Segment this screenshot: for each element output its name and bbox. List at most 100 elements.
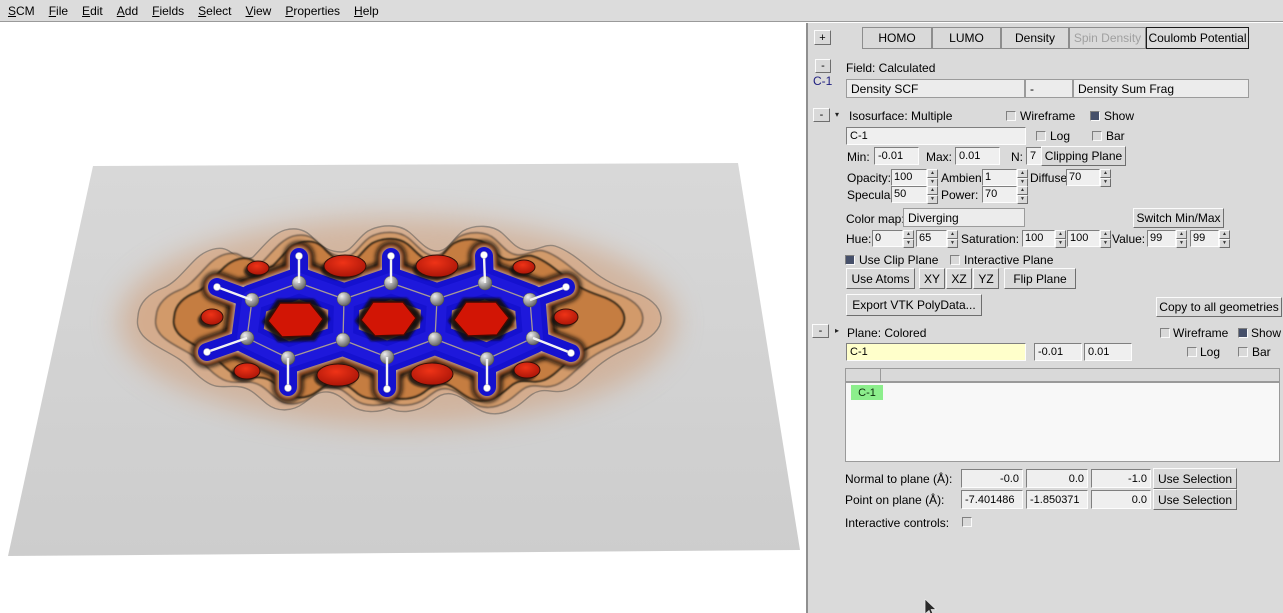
- ambient-stepper[interactable]: 1▲▼: [982, 169, 1028, 186]
- iso-log-checkbox[interactable]: [1036, 131, 1046, 141]
- point-x-input[interactable]: -7.401486: [961, 490, 1023, 509]
- plane-max-input[interactable]: 0.01: [1084, 343, 1132, 361]
- normal-x-input[interactable]: -0.0: [961, 469, 1023, 488]
- iso-name-input[interactable]: C-1: [846, 127, 1026, 145]
- spin-arrows[interactable]: ▲▼: [927, 169, 938, 186]
- plane-show-label[interactable]: Show: [1251, 326, 1281, 340]
- value-min-stepper[interactable]: 99▲▼: [1147, 230, 1187, 247]
- xz-button[interactable]: XZ: [946, 268, 972, 289]
- iso-wireframe-checkbox[interactable]: [1006, 111, 1016, 121]
- flip-plane-button[interactable]: Flip Plane: [1004, 268, 1076, 289]
- colormap-select[interactable]: Diverging: [903, 208, 1025, 227]
- field-operator-select[interactable]: -: [1025, 79, 1073, 98]
- adfview-window: SCM File Edit Add Fields Select View Pro…: [0, 0, 1283, 613]
- isosurface-expander-icon[interactable]: ▾: [835, 111, 839, 119]
- copy-to-all-geometries-button[interactable]: Copy to all geometries: [1156, 297, 1282, 317]
- point-y-input[interactable]: -1.850371: [1026, 490, 1088, 509]
- plane-wireframe-label[interactable]: Wireframe: [1173, 326, 1228, 340]
- normal-z-input[interactable]: -1.0: [1091, 469, 1151, 488]
- opacity-stepper[interactable]: 100▲▼: [891, 169, 938, 186]
- iso-max-input[interactable]: 0.01: [955, 147, 1000, 165]
- spin-arrows[interactable]: ▲▼: [927, 186, 938, 203]
- plane-expander-icon[interactable]: ▸: [835, 327, 839, 335]
- menu-view[interactable]: View: [246, 2, 281, 20]
- menu-file[interactable]: File: [49, 2, 77, 20]
- menu-scm[interactable]: SCM: [8, 2, 44, 20]
- iso-show-label[interactable]: Show: [1104, 109, 1134, 123]
- plane-min-input[interactable]: -0.01: [1034, 343, 1082, 361]
- spin-arrows[interactable]: ▲▼: [903, 230, 914, 247]
- diffuse-label: Diffuse:: [1030, 171, 1070, 185]
- menu-select[interactable]: Select: [198, 2, 240, 20]
- hue-min-stepper[interactable]: 0▲▼: [872, 230, 914, 247]
- menu-bar: SCM File Edit Add Fields Select View Pro…: [0, 0, 1283, 22]
- value-max-stepper[interactable]: 99▲▼: [1190, 230, 1230, 247]
- menu-properties[interactable]: Properties: [285, 2, 349, 20]
- menu-edit[interactable]: Edit: [82, 2, 112, 20]
- spin-arrows[interactable]: ▲▼: [1100, 230, 1111, 247]
- yz-button[interactable]: YZ: [973, 268, 999, 289]
- menu-add[interactable]: Add: [117, 2, 147, 20]
- plane-log-label[interactable]: Log: [1200, 345, 1220, 359]
- plane-name-input[interactable]: C-1: [846, 343, 1026, 361]
- iso-bar-label[interactable]: Bar: [1106, 129, 1125, 143]
- specular-stepper[interactable]: 50▲▼: [891, 186, 938, 203]
- use-selection-normal-button[interactable]: Use Selection: [1153, 468, 1237, 489]
- menu-fields[interactable]: Fields: [152, 2, 193, 20]
- tab-homo[interactable]: HOMO: [862, 27, 932, 49]
- spin-arrows[interactable]: ▲▼: [1100, 169, 1111, 186]
- mouse-cursor: [924, 599, 938, 613]
- interactive-plane-label[interactable]: Interactive Plane: [964, 253, 1053, 267]
- plane-bar-label[interactable]: Bar: [1252, 345, 1271, 359]
- plane-log-checkbox[interactable]: [1187, 347, 1197, 357]
- spin-arrows[interactable]: ▲▼: [1017, 169, 1028, 186]
- use-selection-point-button[interactable]: Use Selection: [1153, 489, 1237, 510]
- tab-coulomb-potential[interactable]: Coulomb Potential: [1146, 27, 1249, 49]
- plane-show-checkbox[interactable]: [1238, 328, 1248, 338]
- use-clip-plane-label[interactable]: Use Clip Plane: [859, 253, 938, 267]
- tab-density[interactable]: Density: [1001, 27, 1069, 49]
- collapse-plane-button[interactable]: -: [812, 324, 829, 338]
- interactive-controls-checkbox[interactable]: [962, 517, 972, 527]
- iso-bar-checkbox[interactable]: [1092, 131, 1102, 141]
- spin-arrows[interactable]: ▲▼: [1176, 230, 1187, 247]
- field-select-left[interactable]: Density SCF: [846, 79, 1025, 98]
- saturation-max-stepper[interactable]: 100▲▼: [1067, 230, 1111, 247]
- iso-log-label[interactable]: Log: [1050, 129, 1070, 143]
- use-clip-plane-checkbox[interactable]: [845, 255, 855, 265]
- plane-bar-checkbox[interactable]: [1238, 347, 1248, 357]
- iso-show-checkbox[interactable]: [1090, 111, 1100, 121]
- use-atoms-button[interactable]: Use Atoms: [846, 268, 915, 289]
- spin-arrows[interactable]: ▲▼: [1219, 230, 1230, 247]
- field-select-right[interactable]: Density Sum Frag: [1073, 79, 1249, 98]
- plane-list-item[interactable]: C-1: [851, 385, 883, 400]
- spin-arrows[interactable]: ▲▼: [1017, 186, 1028, 203]
- spin-arrows[interactable]: ▲▼: [1055, 230, 1066, 247]
- diffuse-stepper[interactable]: 70▲▼: [1066, 169, 1111, 186]
- saturation-min-stepper[interactable]: 100▲▼: [1022, 230, 1066, 247]
- add-field-button[interactable]: +: [814, 30, 831, 45]
- xy-button[interactable]: XY: [919, 268, 945, 289]
- clipping-plane-button[interactable]: Clipping Plane: [1041, 146, 1126, 166]
- plane-list[interactable]: [845, 382, 1280, 462]
- field-section-title: Field: Calculated: [846, 61, 935, 75]
- viewport-3d[interactable]: [0, 23, 806, 613]
- hue-max-stepper[interactable]: 65▲▼: [916, 230, 958, 247]
- tab-lumo[interactable]: LUMO: [932, 27, 1001, 49]
- point-z-input[interactable]: 0.0: [1091, 490, 1151, 509]
- plane-wireframe-checkbox[interactable]: [1160, 328, 1170, 338]
- collapse-isosurface-button[interactable]: -: [813, 108, 830, 122]
- export-vtk-button[interactable]: Export VTK PolyData...: [846, 294, 982, 316]
- menu-help[interactable]: Help: [354, 2, 388, 20]
- interactive-plane-checkbox[interactable]: [950, 255, 960, 265]
- switch-minmax-button[interactable]: Switch Min/Max: [1133, 208, 1224, 228]
- spin-arrows[interactable]: ▲▼: [947, 230, 958, 247]
- point-on-plane-label: Point on plane (Å):: [845, 493, 944, 507]
- iso-wireframe-label[interactable]: Wireframe: [1020, 109, 1075, 123]
- plane-list-header: [880, 368, 1280, 382]
- plane-list-header-corner: [845, 368, 881, 382]
- collapse-field-button[interactable]: -: [815, 59, 831, 73]
- iso-min-input[interactable]: -0.01: [874, 147, 919, 165]
- power-stepper[interactable]: 70▲▼: [982, 186, 1028, 203]
- normal-y-input[interactable]: 0.0: [1026, 469, 1088, 488]
